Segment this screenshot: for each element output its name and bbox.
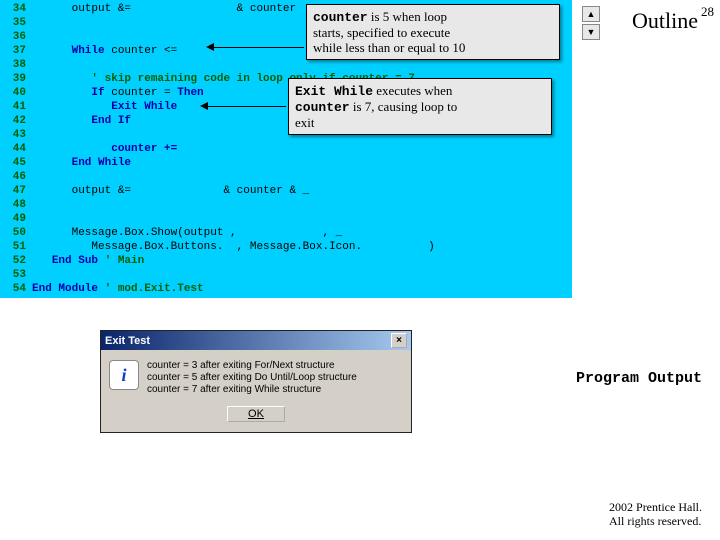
ok-button[interactable]: OK [227, 406, 285, 422]
line-number: 53 [0, 268, 32, 282]
code-line-45: 45 End While [0, 156, 572, 170]
code-text: counter += [32, 142, 177, 156]
code-text [32, 58, 39, 72]
arrow-head-1 [206, 43, 214, 51]
dialog-body: i counter = 3 after exiting For/Next str… [101, 350, 411, 402]
code-text: End Sub ' Main [32, 254, 144, 268]
arrow-line-1 [214, 47, 304, 48]
code-text [32, 16, 39, 30]
line-number: 34 [0, 2, 32, 16]
message-box: Exit Test × i counter = 3 after exiting … [100, 330, 412, 433]
callout2-kw2: counter [295, 100, 350, 115]
line-number: 35 [0, 16, 32, 30]
code-line-48: 48 [0, 198, 572, 212]
code-text [32, 268, 39, 282]
code-text: If counter = Then [32, 86, 204, 100]
callout2-kw1: Exit While [295, 84, 373, 99]
code-text: output &= & counter & _ [32, 184, 309, 198]
line-number: 51 [0, 240, 32, 254]
arrow-head-2 [200, 102, 208, 110]
callout-counter-start: counter is 5 when loop starts, specified… [306, 4, 560, 60]
info-icon: i [109, 360, 139, 390]
line-number: 44 [0, 142, 32, 156]
nav-down-button[interactable]: ▼ [582, 24, 600, 40]
copyright-l2: All rights reserved. [609, 514, 701, 528]
code-text [32, 30, 39, 44]
code-line-51: 51 Message.Box.Buttons. , Message.Box.Ic… [0, 240, 572, 254]
code-text: End If [32, 114, 131, 128]
code-line-53: 53 [0, 268, 572, 282]
program-output-label: Program Output [576, 370, 702, 387]
page-number: 28 [701, 4, 714, 20]
code-line-52: 52 End Sub ' Main [0, 254, 572, 268]
callout1-kw: counter [313, 10, 368, 25]
code-text: Exit While [32, 100, 177, 114]
dialog-title: Exit Test [105, 335, 150, 347]
close-icon[interactable]: × [391, 333, 407, 348]
line-number: 47 [0, 184, 32, 198]
code-text [32, 198, 39, 212]
line-number: 54 [0, 282, 32, 296]
code-text [32, 170, 39, 184]
code-line-54: 54End Module ' mod.Exit.Test [0, 282, 572, 296]
code-line-49: 49 [0, 212, 572, 226]
line-number: 39 [0, 72, 32, 86]
copyright: 2002 Prentice Hall. All rights reserved. [609, 500, 702, 528]
line-number: 49 [0, 212, 32, 226]
callout1-l3: while less than or equal to 10 [313, 40, 465, 55]
line-number: 45 [0, 156, 32, 170]
nav-arrows: ▲ ▼ [582, 6, 600, 40]
code-line-46: 46 [0, 170, 572, 184]
copyright-l1: 2002 Prentice Hall. [609, 500, 702, 514]
line-number: 46 [0, 170, 32, 184]
callout1-l1: is 5 when loop [368, 9, 447, 24]
callout-exit-while: Exit While executes when counter is 7, c… [288, 78, 552, 135]
dialog-text: counter = 3 after exiting For/Next struc… [147, 360, 357, 396]
code-text: output &= & counter [32, 2, 296, 16]
line-number: 40 [0, 86, 32, 100]
arrow-line-2 [208, 106, 286, 107]
outline-label: Outline [632, 8, 698, 34]
line-number: 42 [0, 114, 32, 128]
callout2-l3: exit [295, 115, 315, 130]
code-text: Message.Box.Show(output , , _ [32, 226, 342, 240]
code-line-44: 44 counter += [0, 142, 572, 156]
callout2-l1: executes when [373, 83, 452, 98]
code-text: While counter <= [32, 44, 177, 58]
dialog-button-row: OK [101, 402, 411, 432]
code-text [32, 128, 39, 142]
line-number: 48 [0, 198, 32, 212]
code-line-47: 47 output &= & counter & _ [0, 184, 572, 198]
code-line-50: 50 Message.Box.Show(output , , _ [0, 226, 572, 240]
line-number: 52 [0, 254, 32, 268]
code-text: End Module ' mod.Exit.Test [32, 282, 204, 296]
line-number: 37 [0, 44, 32, 58]
line-number: 43 [0, 128, 32, 142]
code-text [32, 212, 39, 226]
line-number: 38 [0, 58, 32, 72]
code-line-38: 38 [0, 58, 572, 72]
line-number: 50 [0, 226, 32, 240]
code-text: Message.Box.Buttons. , Message.Box.Icon.… [32, 240, 435, 254]
dialog-titlebar: Exit Test × [101, 331, 411, 350]
callout1-l2: starts, specified to execute [313, 25, 450, 40]
callout2-l2: is 7, causing loop to [350, 99, 458, 114]
line-number: 41 [0, 100, 32, 114]
nav-up-button[interactable]: ▲ [582, 6, 600, 22]
code-text: End While [32, 156, 131, 170]
line-number: 36 [0, 30, 32, 44]
